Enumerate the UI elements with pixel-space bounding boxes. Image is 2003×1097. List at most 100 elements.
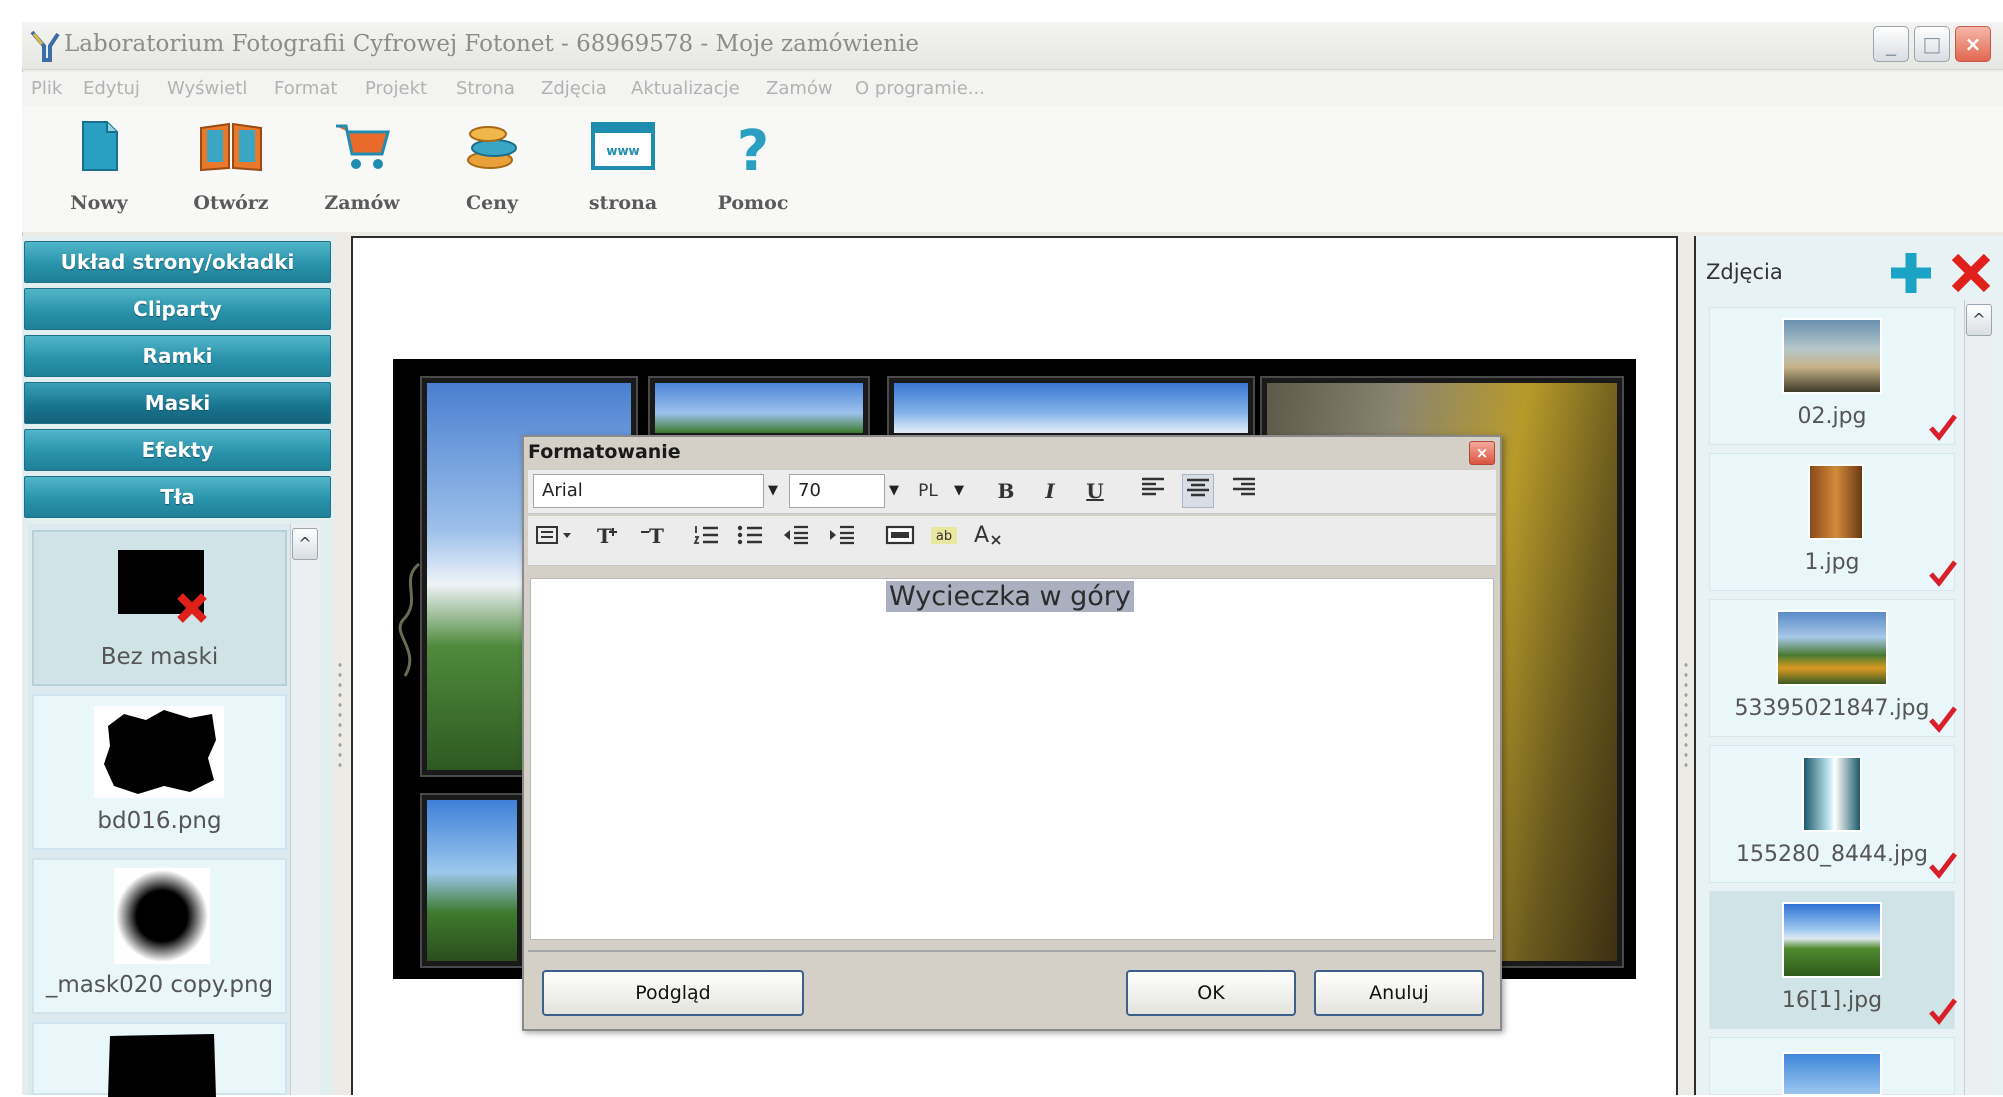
minimize-button[interactable]: _ (1873, 26, 1909, 62)
section-backgrounds[interactable]: Tła (24, 476, 331, 518)
add-photo-button[interactable] (1888, 250, 1934, 296)
coins-icon (467, 126, 517, 169)
web-page-button[interactable]: www strona (568, 120, 678, 228)
menu-o-programie[interactable]: O programie... (855, 78, 985, 99)
font-size-field[interactable]: 70 (789, 474, 885, 508)
photo-item[interactable]: 1.jpg (1709, 453, 1957, 591)
close-window-button[interactable]: × (1955, 26, 1991, 62)
section-layout[interactable]: Układ strony/okładki (24, 241, 331, 283)
style-dropdown-button[interactable] (533, 522, 577, 556)
photo-item[interactable]: 155280_8444.jpg (1709, 745, 1957, 883)
cancel-button[interactable]: Anuluj (1314, 970, 1484, 1016)
editor-text[interactable]: Wycieczka w góry (886, 581, 1134, 612)
outdent-icon (784, 525, 808, 545)
menu-zdjecia[interactable]: Zdjęcia (541, 78, 607, 99)
right-splitter-handle[interactable] (1682, 660, 1690, 770)
menu-strona[interactable]: Strona (456, 78, 515, 99)
section-frames[interactable]: Ramki (24, 335, 331, 377)
bullet-list-icon (737, 525, 762, 545)
indent-button[interactable] (826, 522, 858, 556)
mask-item[interactable]: _mask020 copy.png (32, 858, 287, 1014)
decrease-font-button[interactable]: T (636, 522, 668, 556)
align-center-button[interactable] (1182, 474, 1214, 508)
prices-button[interactable]: Ceny (437, 120, 547, 228)
help-button[interactable]: ? Pomoc (698, 120, 808, 228)
remove-photo-button[interactable] (1950, 252, 1992, 294)
photo-thumbnail (1782, 902, 1882, 978)
svg-text:www: www (606, 144, 639, 158)
menu-plik[interactable]: Plik (31, 78, 62, 99)
help-icon: ? (737, 120, 769, 176)
new-button[interactable]: Nowy (44, 120, 154, 228)
section-masks[interactable]: Maski (24, 382, 331, 424)
section-effects[interactable]: Efekty (24, 429, 331, 471)
mask-thumbnail (114, 868, 210, 964)
menu-format[interactable]: Format (274, 78, 337, 99)
photo-filename: 155280_8444.jpg (1735, 842, 1928, 867)
align-left-button[interactable] (1137, 474, 1169, 508)
photo-filename: 02.jpg (1797, 404, 1867, 429)
preview-button[interactable]: Podgląd (542, 970, 804, 1016)
photo-filename: 53395021847.jpg (1734, 696, 1930, 721)
open-book-icon (200, 122, 262, 172)
mask-list-scrollbar[interactable] (290, 524, 320, 1095)
ok-button[interactable]: OK (1126, 970, 1296, 1016)
underline-button[interactable]: U (1079, 474, 1111, 508)
photo-item-selected[interactable]: 16[1].jpg (1709, 891, 1957, 1029)
align-right-icon (1233, 477, 1255, 496)
align-left-icon (1142, 477, 1164, 496)
photos-scrollbar[interactable] (1964, 300, 1994, 1095)
chevron-down-icon[interactable]: ▼ (764, 474, 782, 508)
photo-item[interactable] (1709, 1037, 1955, 1096)
mask-label: Bez maski (100, 644, 219, 670)
chevron-down-icon[interactable]: ▼ (885, 474, 903, 508)
maximize-icon: □ (1922, 32, 1942, 56)
maximize-button[interactable]: □ (1914, 26, 1950, 62)
dialog-close-button[interactable]: × (1469, 441, 1495, 465)
text-editor-area[interactable] (530, 578, 1494, 940)
minimize-icon: _ (1886, 32, 1896, 56)
bullet-list-button[interactable] (734, 522, 766, 556)
increase-font-button[interactable]: T (592, 522, 624, 556)
menu-projekt[interactable]: Projekt (365, 78, 427, 99)
numbered-list-icon (693, 526, 718, 544)
photos-scroll-up-button[interactable]: ^ (1966, 304, 1992, 336)
decorative-swirl (395, 560, 425, 680)
outdent-button[interactable] (780, 522, 812, 556)
menu-wyswietl[interactable]: Wyświetl (167, 78, 247, 99)
dialog-separator (528, 950, 1496, 952)
checkmark-icon (1929, 414, 1957, 441)
page-photo-clouds[interactable] (887, 376, 1255, 440)
svg-text:A: A (974, 523, 989, 546)
mask-item[interactable]: bd016.png (32, 694, 287, 850)
close-icon: × (1964, 32, 1982, 56)
mask-item[interactable] (32, 1022, 287, 1097)
scroll-up-button[interactable]: ^ (292, 528, 318, 560)
order-button[interactable]: Zamów (307, 120, 417, 228)
italic-button[interactable]: I (1034, 474, 1066, 508)
section-cliparts[interactable]: Cliparty (24, 288, 331, 330)
menu-aktualizacje[interactable]: Aktualizacje (631, 78, 740, 99)
bold-button[interactable]: B (990, 474, 1022, 508)
page-photo-hills[interactable] (648, 376, 870, 440)
checkmark-icon (1929, 560, 1957, 587)
chevron-down-icon[interactable]: ▼ (950, 474, 968, 508)
highlight-button[interactable]: ab (928, 522, 960, 556)
language-select[interactable]: PL (908, 474, 948, 508)
dialog-title: Formatowanie (528, 441, 681, 463)
open-button[interactable]: Otwórz (176, 120, 286, 228)
page-photo-meadow[interactable] (420, 793, 524, 968)
align-right-button[interactable] (1228, 474, 1260, 508)
photo-item[interactable]: 02.jpg (1709, 307, 1957, 445)
align-center-icon (1187, 478, 1209, 497)
svg-text:T: T (649, 524, 664, 546)
photo-item[interactable]: 53395021847.jpg (1709, 599, 1957, 737)
menu-edytuj[interactable]: Edytuj (83, 78, 140, 99)
clear-formatting-button[interactable]: A (972, 522, 1004, 556)
numbered-list-button[interactable] (690, 522, 722, 556)
font-family-select[interactable]: Arial (533, 474, 764, 508)
menu-zamow[interactable]: Zamów (766, 78, 833, 99)
left-splitter-handle[interactable] (336, 660, 344, 770)
text-box-button[interactable] (884, 522, 916, 556)
mask-item-none[interactable]: Bez maski (32, 530, 287, 686)
